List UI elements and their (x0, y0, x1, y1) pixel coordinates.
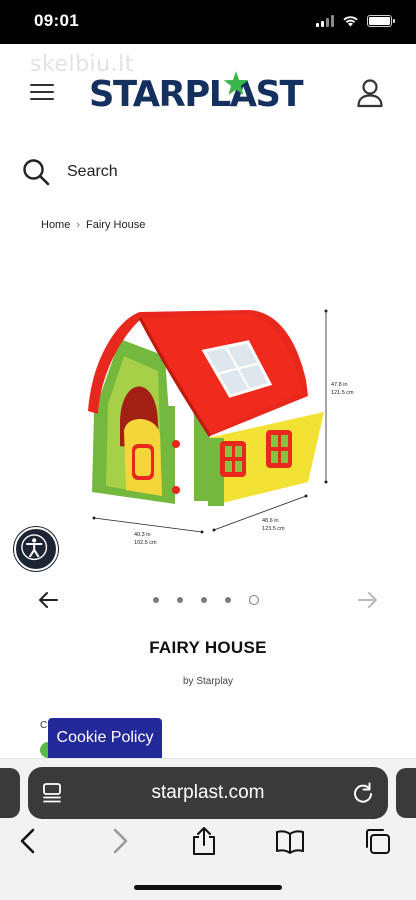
house-hinge (172, 440, 180, 448)
product-image[interactable]: 47.8 in 121.5 cm 40.3 in 102.5 cm 48.6 i… (80, 296, 360, 552)
carousel-dot[interactable] (249, 595, 259, 605)
status-bar: 09:01 (0, 0, 416, 44)
carousel-dot[interactable] (177, 597, 183, 603)
logo-star-icon (223, 71, 249, 95)
house-window-pane (271, 435, 278, 447)
height-cm-label: 121.5 cm (331, 390, 354, 396)
arrow-left-icon[interactable] (37, 590, 59, 610)
house-window-pane (225, 461, 232, 472)
carousel-dots (153, 595, 259, 605)
carousel-dot[interactable] (201, 597, 207, 603)
house-front-window (266, 430, 292, 468)
wifi-icon (343, 16, 358, 27)
status-icons (316, 15, 395, 27)
previous-tab-preview[interactable] (0, 768, 20, 818)
logo[interactable]: STARPLAST (89, 71, 314, 116)
reload-icon[interactable] (352, 781, 374, 805)
search-icon (23, 159, 50, 186)
width-cm-label: 102.5 cm (134, 540, 157, 546)
tabs-icon[interactable] (362, 826, 392, 856)
cookie-policy-button[interactable]: Cookie Policy (48, 718, 162, 758)
truncated-label: C (40, 720, 48, 731)
logo-text: STARPLAST (89, 74, 304, 115)
product-title: FAIRY HOUSE (149, 638, 267, 657)
address-bar[interactable]: starplast.com (28, 767, 388, 819)
house-door-window-inner (135, 448, 151, 476)
house-front-window (220, 441, 246, 477)
forward-icon[interactable] (104, 826, 134, 856)
hamburger-menu-icon[interactable] (30, 84, 54, 102)
house-window-pane (235, 446, 242, 457)
next-tab-preview[interactable] (396, 768, 416, 818)
depth-cm-label: 123.5 cm (262, 526, 285, 532)
status-time: 09:01 (34, 11, 79, 30)
back-icon[interactable] (14, 826, 44, 856)
house-window-pane (281, 435, 288, 447)
accessibility-icon[interactable] (14, 527, 58, 571)
user-account-icon[interactable] (356, 78, 384, 108)
url-text: starplast.com (151, 782, 265, 803)
height-inch-label: 47.8 in (331, 382, 348, 388)
bookmarks-icon[interactable] (275, 826, 305, 856)
cellular-signal-icon (316, 15, 334, 27)
house-window-pane (225, 446, 232, 457)
house-window-pane (235, 461, 242, 472)
battery-icon (367, 15, 395, 27)
carousel-dot[interactable] (153, 597, 159, 603)
chevron-right-icon: › (76, 219, 81, 231)
breadcrumb: Home › Fairy House (41, 219, 145, 231)
width-inch-label: 40.3 in (134, 532, 151, 538)
breadcrumb-home[interactable]: Home (41, 219, 70, 231)
carousel-dot[interactable] (225, 597, 231, 603)
product-brand[interactable]: by Starplay (0, 676, 416, 687)
depth-inch-label: 48.6 in (262, 518, 279, 524)
width-dimension-line (93, 517, 203, 533)
house-window-pane (281, 451, 288, 463)
search-bar[interactable]: Search (22, 158, 118, 186)
page: 09:01 skelbiu.lt STARPLAST Search Home ›… (0, 0, 416, 900)
house-window-pane (271, 451, 278, 463)
home-indicator (134, 885, 282, 890)
share-icon[interactable] (189, 826, 219, 856)
breadcrumb-current: Fairy House (86, 219, 146, 231)
arrow-right-icon[interactable] (357, 590, 379, 610)
house-hinge (172, 486, 180, 494)
search-label: Search (67, 163, 118, 180)
